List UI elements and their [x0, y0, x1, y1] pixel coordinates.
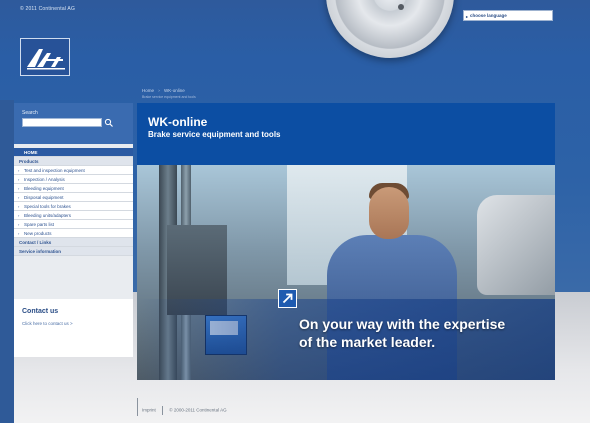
breadcrumb-home[interactable]: Home	[142, 88, 154, 93]
hero-image: On your way with the expertise of the ma…	[137, 165, 555, 380]
content-header: WK-online Brake service equipment and to…	[137, 103, 555, 165]
sidebar-item-new-products[interactable]: › New products	[14, 229, 133, 238]
left-rail	[0, 100, 14, 423]
chevron-right-icon: ▸	[466, 14, 469, 19]
sidebar-item-inspection-analysis[interactable]: › Inspection / Analysis	[14, 175, 133, 184]
search-box: Search	[14, 103, 133, 144]
sidebar-item-label: Products	[19, 159, 39, 164]
hero-caption: On your way with the expertise of the ma…	[299, 315, 549, 351]
breadcrumb-subtitle: Brake service equipment and tools	[142, 95, 196, 99]
sidebar-item-home[interactable]: HOME	[14, 148, 133, 157]
sidebar-item-service-information[interactable]: Service information	[14, 247, 133, 256]
sidebar-item-disposal-equipment[interactable]: › Disposal equipment	[14, 193, 133, 202]
sidebar-item-special-tools-for-brakes[interactable]: › Special tools for brakes	[14, 202, 133, 211]
sidebar-item-spare-parts-list[interactable]: › Spare parts list	[14, 220, 133, 229]
breadcrumb-separator: ›	[158, 88, 160, 93]
contact-title: Contact us	[22, 308, 59, 315]
sidebar-item-label: Spare parts list	[24, 222, 55, 227]
sidebar-item-label: Contact / Links	[19, 240, 52, 245]
copyright-text: © 2000-2011 Continental AG	[169, 407, 227, 413]
chevron-right-icon: ›	[18, 168, 20, 173]
breadcrumb: Home › WK-online	[142, 88, 188, 93]
hero-caption-line-2: of the market leader.	[299, 334, 436, 350]
language-select-label: choose language	[470, 13, 507, 18]
imprint-link[interactable]: Imprint	[142, 408, 156, 413]
search-input[interactable]	[22, 118, 102, 127]
ate-logo[interactable]	[20, 38, 70, 76]
hero-caption-line-1: On your way with the expertise	[299, 316, 506, 332]
arrow-up-right-icon[interactable]	[278, 289, 297, 308]
sidebar-item-label: Inspection / Analysis	[24, 177, 65, 182]
sidebar: Search HOME Products › Test and inspection …	[14, 103, 133, 357]
chevron-right-icon: ›	[18, 222, 20, 227]
chevron-right-icon: ›	[18, 213, 20, 218]
footer: Imprint © 2000-2011 Continental AG	[142, 406, 227, 415]
sidebar-item-label: Special tools for brakes	[24, 204, 71, 209]
sidebar-item-products[interactable]: Products	[14, 157, 133, 166]
language-select[interactable]: ▸ choose language	[463, 10, 553, 21]
sidebar-item-test-and-inspection-equipment[interactable]: › Test and inspection equipment	[14, 166, 133, 175]
chevron-right-icon: ›	[18, 177, 20, 182]
page-subtitle: Brake service equipment and tools	[148, 130, 281, 139]
search-label: Search	[22, 110, 38, 116]
top-contact-text: © 2011 Continental AG	[20, 6, 76, 12]
chevron-right-icon: ›	[18, 231, 20, 236]
contact-link[interactable]: Click here to contact us >	[22, 321, 73, 326]
logo-icon	[27, 49, 65, 70]
breadcrumb-current[interactable]: WK-online	[164, 88, 185, 93]
sidebar-item-label: New products	[24, 231, 52, 236]
chevron-right-icon: ›	[18, 195, 20, 200]
sidebar-item-label: Service information	[19, 249, 62, 254]
mechanic-head	[369, 187, 409, 239]
sidebar-item-label: Test and inspection equipment	[24, 168, 85, 173]
contact-box: Contact us Click here to contact us >	[14, 299, 133, 357]
sidebar-item-label: HOME	[24, 150, 38, 155]
sidebar-item-label: Bleeding units/adapters	[24, 213, 72, 218]
chevron-right-icon: ›	[18, 186, 20, 191]
footer-separator	[162, 406, 164, 415]
sidebar-nav: HOME Products › Test and inspection equipme…	[14, 148, 133, 256]
sidebar-item-bleeding-equipment[interactable]: › Bleeding equipment	[14, 184, 133, 193]
page-title: WK-online	[148, 115, 208, 129]
sidebar-item-contact-links[interactable]: Contact / Links	[14, 238, 133, 247]
footer-divider	[137, 398, 138, 416]
car-image	[477, 195, 555, 295]
search-icon[interactable]	[104, 118, 114, 128]
sidebar-item-bleeding-units-adapters[interactable]: › Bleeding units/adapters	[14, 211, 133, 220]
sidebar-item-label: Bleeding equipment	[24, 186, 64, 191]
chevron-right-icon: ›	[18, 204, 20, 209]
sidebar-item-label: Disposal equipment	[24, 195, 64, 200]
